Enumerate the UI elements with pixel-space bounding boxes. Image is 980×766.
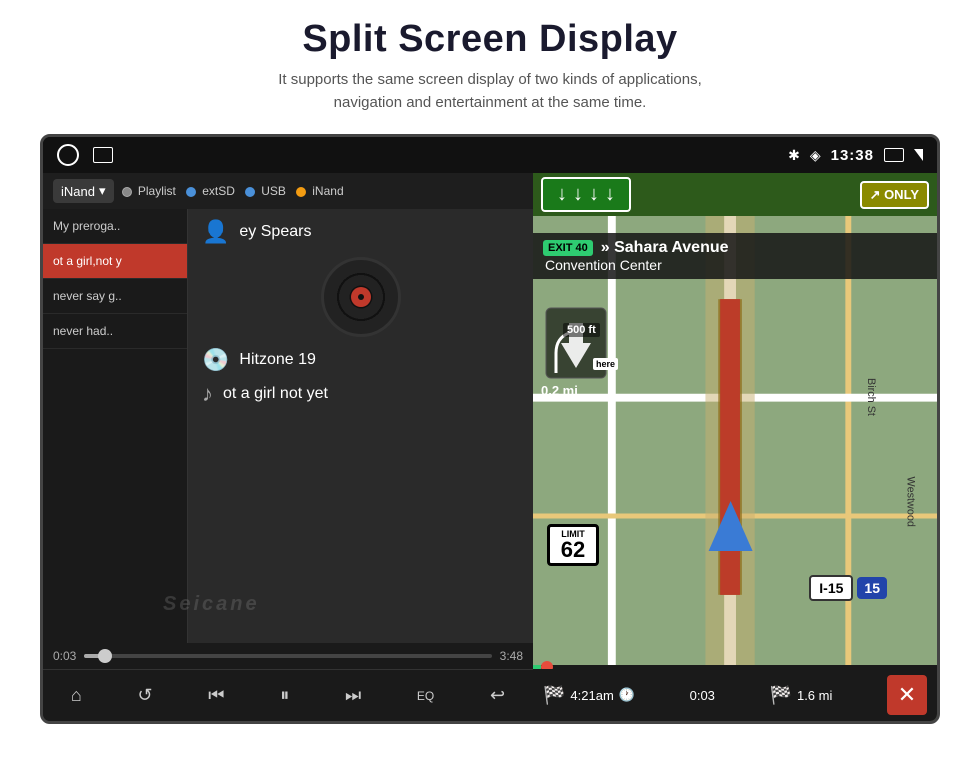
playlist-item[interactable]: never had.. (43, 314, 187, 349)
time-current: 0:03 (53, 649, 76, 663)
turn-area (541, 303, 611, 383)
arrival-time: 4:21am (570, 688, 613, 703)
highway-signs-row: ↓ ↓ ↓ ↓ ↗ ONLY (541, 177, 929, 212)
playlist-area: My preroga.. ot a girl,not y never say g… (43, 209, 533, 643)
svg-text:Birch St: Birch St (865, 378, 877, 416)
speed-limit-sign: LIMIT 62 (547, 524, 599, 566)
source-bar: iNand ▾ Playlist extSD USB (43, 173, 533, 209)
turn-sign-svg (541, 303, 611, 383)
vinyl-center (351, 287, 371, 307)
location-icon: ◈ (810, 147, 821, 164)
vinyl-hole (358, 294, 364, 300)
extsd-option[interactable]: extSD (186, 184, 235, 198)
highway-shield: I-15 15 (809, 575, 887, 601)
nav-arrow (709, 501, 753, 551)
page-header: Split Screen Display It supports the sam… (0, 0, 980, 124)
status-bar: ✱ ◈ 13:38 (43, 137, 937, 173)
repeat-button[interactable]: ↺ (127, 679, 162, 712)
album-name: Hitzone 19 (239, 351, 316, 369)
nav-panel: Birch St Westwood ↓ ↓ ↓ ↓ ↗ ONLY (533, 173, 937, 721)
blue-arrow-icon (709, 501, 753, 551)
eta-bar: 🏁 4:21am 🕐 0:03 🏁 1.6 mi ✕ (533, 669, 937, 721)
eta-arrival: 🏁 4:21am 🕐 (543, 685, 635, 706)
distance-mi-label: 0.2 mi (541, 383, 578, 398)
svg-text:Westwood: Westwood (904, 477, 916, 527)
playlist-item[interactable]: My preroga.. (43, 209, 187, 244)
inand-option[interactable]: iNand (296, 184, 344, 198)
exit-destination: » Sahara Avenue (601, 239, 729, 257)
prev-button[interactable]: ⏮ (198, 679, 234, 712)
artist-row: 👤 ey Spears (202, 219, 519, 245)
vinyl-disc (321, 257, 401, 337)
bottom-controls: ⌂ ↺ ⏮ ⏸ ⏭ EQ ↩ (43, 669, 533, 721)
highway-green-sign: ↓ ↓ ↓ ↓ (541, 177, 631, 212)
usb-option[interactable]: USB (245, 184, 286, 198)
nav-top-banner: ↓ ↓ ↓ ↓ ↗ ONLY (533, 173, 937, 216)
playlist-sidebar: My preroga.. ot a girl,not y never say g… (43, 209, 188, 643)
close-nav-button[interactable]: ✕ (887, 675, 927, 715)
destination-text: Convention Center (543, 257, 927, 273)
playlist-item[interactable]: never say g.. (43, 279, 187, 314)
progress-thumb (98, 649, 112, 663)
clock-icon: 🕐 (619, 687, 635, 703)
song-name: ot a girl not yet (223, 385, 328, 403)
page-title: Split Screen Display (60, 18, 920, 61)
eta-elapsed: 0:03 (690, 688, 715, 703)
status-time: 13:38 (831, 147, 874, 164)
elapsed-time: 0:03 (690, 688, 715, 703)
person-icon: 👤 (202, 219, 229, 245)
highway-number: 15 (857, 577, 887, 599)
only-sign: ↗ ONLY (860, 181, 929, 209)
i15-text: I-15 (809, 575, 853, 601)
now-playing-area: 👤 ey Spears 💿 Hitzone 19 ♪ (188, 209, 533, 643)
song-row: ♪ ot a girl not yet (202, 381, 519, 407)
status-left (57, 144, 113, 166)
back-button[interactable]: ↩ (480, 679, 515, 712)
pause-button[interactable]: ⏸ (270, 679, 299, 712)
time-total: 3:48 (500, 649, 523, 663)
remaining-distance: 1.6 mi (797, 688, 832, 703)
music-icon: ♪ (202, 381, 213, 407)
distance-ft-label: 500 ft (563, 323, 600, 337)
here-logo: here (593, 358, 618, 370)
down-arrow-icon: ↓ (605, 183, 615, 206)
page-subtitle: It supports the same screen display of t… (60, 69, 920, 114)
album-row: 💿 Hitzone 19 (202, 347, 519, 373)
down-arrow-icon: ↓ (589, 183, 599, 206)
down-arrow-icon: ↓ (573, 183, 583, 206)
image-icon (93, 147, 113, 163)
home-circle-icon (57, 144, 79, 166)
chevron-down-icon: ▾ (99, 183, 106, 199)
device-frame: ✱ ◈ 13:38 iNand ▾ Playlist (40, 134, 940, 724)
exit-sign-area: EXIT 40 » Sahara Avenue Convention Cente… (533, 233, 937, 279)
source-options: Playlist extSD USB iNand (122, 184, 344, 198)
progress-area: 0:03 3:48 (43, 643, 533, 669)
playlist-item-active[interactable]: ot a girl,not y (43, 244, 187, 279)
status-right: ✱ ◈ 13:38 (788, 147, 923, 164)
progress-track[interactable] (84, 654, 491, 658)
split-area: iNand ▾ Playlist extSD USB (43, 173, 937, 721)
eta-remaining: 🏁 1.6 mi (770, 685, 833, 706)
artist-name: ey Spears (239, 223, 311, 241)
next-button[interactable]: ⏭ (335, 679, 371, 712)
playlist-option[interactable]: Playlist (122, 184, 176, 198)
flag-start-icon: 🏁 (543, 685, 565, 706)
exit-badge: EXIT 40 (543, 240, 593, 256)
down-arrow-icon: ↓ (557, 183, 567, 206)
back-triangle-icon (914, 149, 923, 161)
exit-row: EXIT 40 » Sahara Avenue (543, 239, 927, 257)
flag-end-icon: 🏁 (770, 685, 792, 706)
speed-limit-number: 62 (550, 539, 596, 561)
eq-button[interactable]: EQ (407, 683, 444, 709)
music-panel: iNand ▾ Playlist extSD USB (43, 173, 533, 721)
source-dropdown[interactable]: iNand ▾ (53, 179, 114, 203)
screen-icon (884, 148, 904, 162)
home-button[interactable]: ⌂ (61, 679, 92, 712)
bluetooth-icon: ✱ (788, 147, 800, 164)
disc-icon: 💿 (202, 347, 229, 373)
